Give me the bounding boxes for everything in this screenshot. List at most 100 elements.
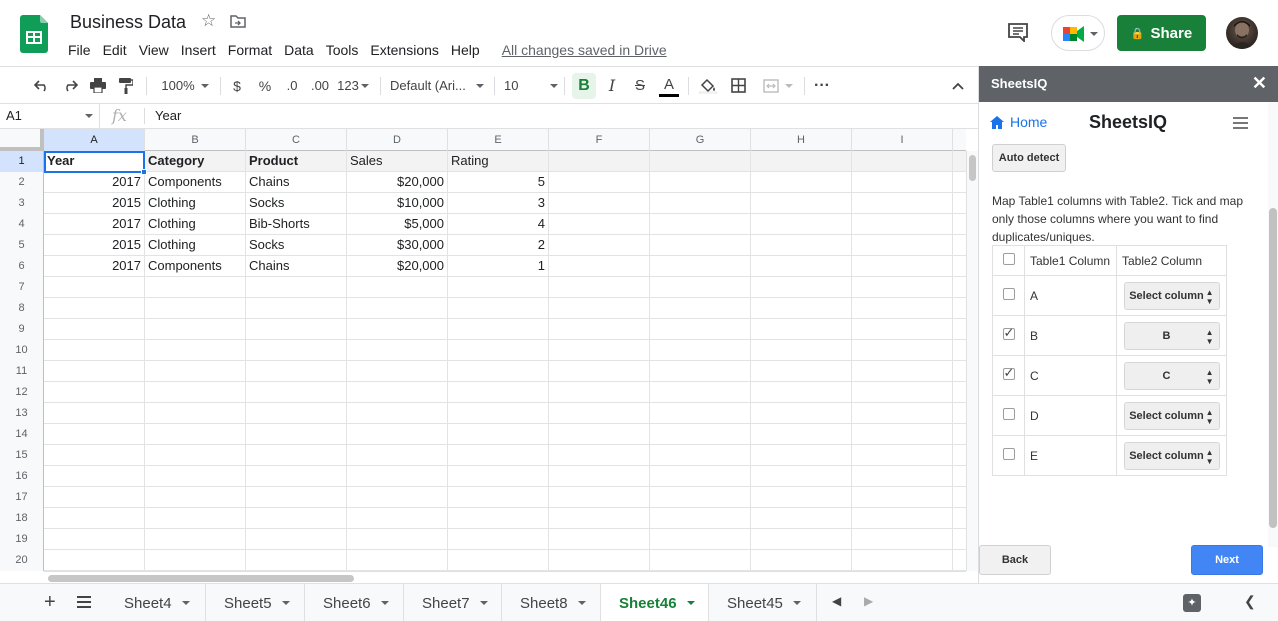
more-options-button[interactable]: ··· bbox=[810, 67, 834, 104]
column-header-h[interactable]: H bbox=[751, 129, 852, 151]
fill-handle[interactable] bbox=[141, 169, 147, 175]
sheet-tab-sheet45[interactable]: Sheet45 bbox=[709, 584, 817, 621]
cell-d2[interactable]: $20,000 bbox=[347, 172, 448, 192]
collapse-toolbar-button[interactable] bbox=[948, 67, 968, 104]
paint-format-button[interactable] bbox=[116, 67, 136, 104]
sheet-tab-sheet4[interactable]: Sheet4 bbox=[106, 584, 206, 621]
scroll-tabs-left-icon[interactable]: ◀ bbox=[832, 594, 841, 608]
panel-scrollbar[interactable] bbox=[1268, 102, 1278, 547]
sheet-tab-sheet8[interactable]: Sheet8 bbox=[502, 584, 601, 621]
fill-color-button[interactable] bbox=[698, 67, 718, 104]
sheet-tab-sheet6[interactable]: Sheet6 bbox=[305, 584, 404, 621]
menu-extensions[interactable]: Extensions bbox=[364, 40, 444, 60]
row-header[interactable]: 11 bbox=[0, 361, 44, 382]
row-header[interactable]: 19 bbox=[0, 529, 44, 550]
move-folder-icon[interactable] bbox=[230, 15, 246, 28]
row-header[interactable]: 5 bbox=[0, 235, 44, 256]
user-avatar[interactable] bbox=[1226, 17, 1258, 49]
redo-button[interactable] bbox=[60, 67, 80, 104]
column-header-a[interactable]: A bbox=[44, 129, 145, 151]
next-button[interactable]: Next bbox=[1191, 545, 1263, 575]
table2-column-select[interactable]: B ▲ ▼ bbox=[1123, 321, 1220, 350]
row-header[interactable]: 18 bbox=[0, 508, 44, 529]
italic-button[interactable]: I bbox=[602, 67, 622, 104]
column-d-checkbox[interactable] bbox=[1002, 408, 1015, 420]
cell-d3[interactable]: $10,000 bbox=[347, 193, 448, 213]
cell-a4[interactable]: 2017 bbox=[44, 214, 145, 234]
row-header[interactable]: 1 bbox=[0, 151, 44, 172]
cell-d5[interactable]: $30,000 bbox=[347, 235, 448, 255]
row-header[interactable]: 17 bbox=[0, 487, 44, 508]
bold-button[interactable]: B bbox=[572, 73, 596, 99]
menu-insert[interactable]: Insert bbox=[175, 40, 222, 60]
row-header[interactable]: 13 bbox=[0, 403, 44, 424]
vertical-scrollbar[interactable] bbox=[966, 151, 978, 571]
cell-e3[interactable]: 3 bbox=[448, 193, 549, 213]
row-header[interactable]: 8 bbox=[0, 298, 44, 319]
row-header[interactable]: 9 bbox=[0, 319, 44, 340]
column-a-checkbox[interactable] bbox=[1002, 288, 1015, 300]
row-header[interactable]: 3 bbox=[0, 193, 44, 214]
cell-c5[interactable]: Socks bbox=[246, 235, 347, 255]
meet-button[interactable] bbox=[1051, 15, 1105, 51]
menu-view[interactable]: View bbox=[133, 40, 175, 60]
cell-b5[interactable]: Clothing bbox=[145, 235, 246, 255]
row-header[interactable]: 6 bbox=[0, 256, 44, 277]
menu-format[interactable]: Format bbox=[222, 40, 278, 60]
currency-format-button[interactable]: $ bbox=[228, 67, 246, 104]
cell-a5[interactable]: 2015 bbox=[44, 235, 145, 255]
column-header-e[interactable]: E bbox=[448, 129, 549, 151]
cell-b1[interactable]: Category bbox=[145, 151, 246, 171]
cell-c2[interactable]: Chains bbox=[246, 172, 347, 192]
select-all-checkbox[interactable] bbox=[1002, 253, 1015, 265]
font-size-select[interactable]: 10 bbox=[504, 67, 558, 104]
document-title[interactable]: Business Data bbox=[70, 12, 186, 33]
row-header[interactable]: 14 bbox=[0, 424, 44, 445]
font-family-select[interactable]: Default (Ari... bbox=[390, 67, 484, 104]
add-sheet-button[interactable]: + bbox=[44, 591, 56, 614]
column-header-g[interactable]: G bbox=[650, 129, 751, 151]
column-e-checkbox[interactable] bbox=[1002, 448, 1015, 460]
saved-status-link[interactable]: All changes saved in Drive bbox=[502, 40, 667, 60]
column-header-d[interactable]: D bbox=[347, 129, 448, 151]
cell-d1[interactable]: Sales bbox=[347, 151, 448, 171]
percent-format-button[interactable]: % bbox=[256, 67, 274, 104]
menu-data[interactable]: Data bbox=[278, 40, 320, 60]
cell-e2[interactable]: 5 bbox=[448, 172, 549, 192]
row-header[interactable]: 7 bbox=[0, 277, 44, 298]
name-box[interactable]: A1 bbox=[0, 104, 100, 128]
sheets-logo-icon[interactable] bbox=[20, 15, 48, 53]
row-header[interactable]: 10 bbox=[0, 340, 44, 361]
increase-decimal-button[interactable]: .00 bbox=[308, 67, 332, 104]
star-icon[interactable]: ☆ bbox=[201, 11, 216, 31]
sheet-tab-sheet46[interactable]: Sheet46 bbox=[601, 584, 709, 621]
comment-icon[interactable] bbox=[1007, 22, 1029, 42]
menu-edit[interactable]: Edit bbox=[97, 40, 133, 60]
cell-e4[interactable]: 4 bbox=[448, 214, 549, 234]
cell-b6[interactable]: Components bbox=[145, 256, 246, 276]
borders-button[interactable] bbox=[728, 67, 748, 104]
table2-column-select[interactable]: Select column ▲ ▼ bbox=[1123, 401, 1220, 430]
merge-cells-button[interactable] bbox=[758, 67, 798, 104]
auto-detect-button[interactable]: Auto detect bbox=[992, 144, 1066, 172]
all-sheets-button[interactable] bbox=[77, 596, 91, 608]
more-formats-select[interactable]: 123 bbox=[336, 67, 370, 104]
back-button[interactable]: Back bbox=[979, 545, 1051, 575]
zoom-select[interactable]: 100% bbox=[156, 67, 214, 104]
cell-a3[interactable]: 2015 bbox=[44, 193, 145, 213]
horizontal-scrollbar-thumb[interactable] bbox=[48, 575, 354, 582]
vertical-scrollbar-thumb[interactable] bbox=[969, 155, 976, 181]
cell-b2[interactable]: Components bbox=[145, 172, 246, 192]
decrease-decimal-button[interactable]: .0 bbox=[282, 67, 302, 104]
cell-c3[interactable]: Socks bbox=[246, 193, 347, 213]
explore-icon[interactable]: ✦ bbox=[1183, 594, 1201, 612]
print-button[interactable] bbox=[88, 67, 108, 104]
undo-button[interactable] bbox=[32, 67, 52, 104]
column-c-checkbox[interactable] bbox=[1002, 365, 1015, 381]
close-icon[interactable]: ✕ bbox=[1252, 73, 1267, 94]
row-header[interactable]: 20 bbox=[0, 550, 44, 571]
cell-a6[interactable]: 2017 bbox=[44, 256, 145, 276]
formula-input[interactable]: Year bbox=[155, 108, 181, 123]
row-header[interactable]: 4 bbox=[0, 214, 44, 235]
row-header[interactable]: 15 bbox=[0, 445, 44, 466]
